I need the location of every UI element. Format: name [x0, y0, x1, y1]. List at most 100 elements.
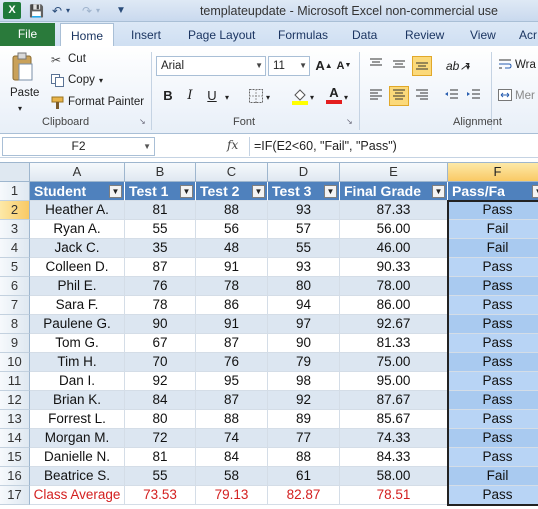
tab-view[interactable]: View	[470, 27, 496, 43]
table-cell[interactable]: 93	[268, 201, 340, 220]
table-cell[interactable]: 89	[268, 410, 340, 429]
table-cell[interactable]: Pass	[448, 410, 538, 429]
table-cell[interactable]: 80	[125, 410, 196, 429]
table-header-cell[interactable]: Final Grade ▼	[340, 182, 448, 201]
cut-icon[interactable]: ✂	[51, 53, 61, 67]
align-bottom-icon[interactable]	[412, 56, 432, 76]
table-cell[interactable]: Heather A.	[30, 201, 125, 220]
table-cell[interactable]: Ryan A.	[30, 220, 125, 239]
table-cell[interactable]: 74.33	[340, 429, 448, 448]
worksheet-grid[interactable]: A B C D E F 1 2 3 4 5 6 7 8 9 10 11 12 13 14 15 16 17 Student ▼ T…	[0, 162, 538, 509]
table-cell[interactable]: 91	[196, 315, 268, 334]
font-color-icon[interactable]: A	[326, 85, 342, 104]
table-cell[interactable]: 55	[268, 239, 340, 258]
table-cell[interactable]: 55	[125, 220, 196, 239]
table-cell[interactable]: 80	[268, 277, 340, 296]
table-cell[interactable]: Paulene G.	[30, 315, 125, 334]
clipboard-launcher-icon[interactable]: ↘	[139, 117, 146, 126]
table-cell[interactable]: Pass	[448, 201, 538, 220]
table-cell[interactable]: Forrest L.	[30, 410, 125, 429]
table-cell[interactable]: 70	[125, 353, 196, 372]
borders-icon[interactable]	[249, 89, 263, 106]
paste-icon[interactable]	[10, 52, 34, 82]
table-cell[interactable]: 56	[196, 220, 268, 239]
row-header-5[interactable]: 5	[0, 258, 30, 277]
table-cell[interactable]: 88	[196, 201, 268, 220]
table-cell[interactable]: Beatrice S.	[30, 467, 125, 486]
table-cell[interactable]: 90.33	[340, 258, 448, 277]
table-cell[interactable]: Pass	[448, 258, 538, 277]
table-cell[interactable]: Pass	[448, 372, 538, 391]
average-cell[interactable]: Class Average	[30, 486, 125, 505]
orientation-icon[interactable]: ab↗	[446, 56, 469, 76]
filter-dropdown-icon[interactable]: ▼	[252, 185, 265, 198]
align-middle-icon[interactable]	[389, 56, 409, 76]
table-header-cell[interactable]: Pass/Fa ▼	[448, 182, 538, 201]
table-cell[interactable]: 93	[268, 258, 340, 277]
table-cell[interactable]: Pass	[448, 448, 538, 467]
table-cell[interactable]: 87.67	[340, 391, 448, 410]
borders-dropdown-icon[interactable]: ▾	[266, 90, 270, 105]
filter-dropdown-icon[interactable]: ▼	[180, 185, 193, 198]
row-header-9[interactable]: 9	[0, 334, 30, 353]
format-painter-button[interactable]: Format Painter	[68, 95, 144, 110]
column-header-a[interactable]: A	[30, 163, 125, 182]
table-cell[interactable]: 84.33	[340, 448, 448, 467]
merge-center-button[interactable]: Mer	[515, 89, 535, 104]
tab-insert[interactable]: Insert	[131, 27, 161, 43]
table-cell[interactable]: 76	[125, 277, 196, 296]
decrease-font-size-icon[interactable]: A▼	[334, 56, 354, 76]
wrap-text-button[interactable]: Wra	[515, 58, 536, 73]
table-cell[interactable]: 90	[268, 334, 340, 353]
table-cell[interactable]: 95.00	[340, 372, 448, 391]
select-all-button[interactable]	[0, 163, 30, 182]
copy-icon[interactable]	[51, 74, 65, 90]
name-box[interactable]: F2 ▼	[2, 137, 155, 156]
table-cell[interactable]: 78.00	[340, 277, 448, 296]
table-cell[interactable]: 35	[125, 239, 196, 258]
filter-dropdown-icon[interactable]: ▼	[532, 185, 538, 198]
fill-color-dropdown-icon[interactable]: ▾	[310, 90, 314, 105]
table-cell[interactable]: 78	[125, 296, 196, 315]
column-header-d[interactable]: D	[268, 163, 340, 182]
table-cell[interactable]: 85.67	[340, 410, 448, 429]
table-cell[interactable]: Dan I.	[30, 372, 125, 391]
table-header-cell[interactable]: Student ▼	[30, 182, 125, 201]
table-cell[interactable]: 88	[196, 410, 268, 429]
format-painter-icon[interactable]	[51, 96, 65, 112]
italic-button[interactable]: I	[180, 86, 200, 106]
font-size-select[interactable]: 11 ▼	[268, 56, 310, 76]
row-header-15[interactable]: 15	[0, 448, 30, 467]
table-cell[interactable]: 46.00	[340, 239, 448, 258]
fill-color-icon[interactable]	[292, 87, 308, 108]
row-header-3[interactable]: 3	[0, 220, 30, 239]
average-cell[interactable]: 82.87	[268, 486, 340, 505]
average-cell[interactable]: Pass	[448, 486, 538, 505]
average-cell[interactable]: 73.53	[125, 486, 196, 505]
row-header-4[interactable]: 4	[0, 239, 30, 258]
table-cell[interactable]: 67	[125, 334, 196, 353]
column-header-f[interactable]: F	[448, 163, 538, 182]
table-cell[interactable]: 57	[268, 220, 340, 239]
font-color-dropdown-icon[interactable]: ▾	[344, 90, 348, 105]
table-cell[interactable]: Danielle N.	[30, 448, 125, 467]
font-family-select[interactable]: Arial ▼	[156, 56, 266, 76]
table-header-cell[interactable]: Test 3 ▼	[268, 182, 340, 201]
tab-formulas[interactable]: Formulas	[278, 27, 328, 43]
table-header-cell[interactable]: Test 1 ▼	[125, 182, 196, 201]
tab-review[interactable]: Review	[405, 27, 444, 43]
table-cell[interactable]: 87	[196, 391, 268, 410]
align-top-icon[interactable]	[366, 56, 386, 76]
underline-dropdown-icon[interactable]: ▾	[225, 90, 229, 105]
align-center-icon[interactable]	[389, 86, 409, 106]
table-cell[interactable]: Morgan M.	[30, 429, 125, 448]
insert-function-icon[interactable]: fx	[227, 138, 238, 152]
decrease-indent-icon[interactable]	[442, 86, 462, 106]
font-launcher-icon[interactable]: ↘	[346, 117, 353, 126]
paste-button[interactable]: Paste	[10, 86, 39, 101]
row-header-13[interactable]: 13	[0, 410, 30, 429]
table-cell[interactable]: 76	[196, 353, 268, 372]
row-header-16[interactable]: 16	[0, 467, 30, 486]
formula-input[interactable]: =IF(E2<60, "Fail", "Pass")	[249, 137, 538, 156]
row-header-6[interactable]: 6	[0, 277, 30, 296]
